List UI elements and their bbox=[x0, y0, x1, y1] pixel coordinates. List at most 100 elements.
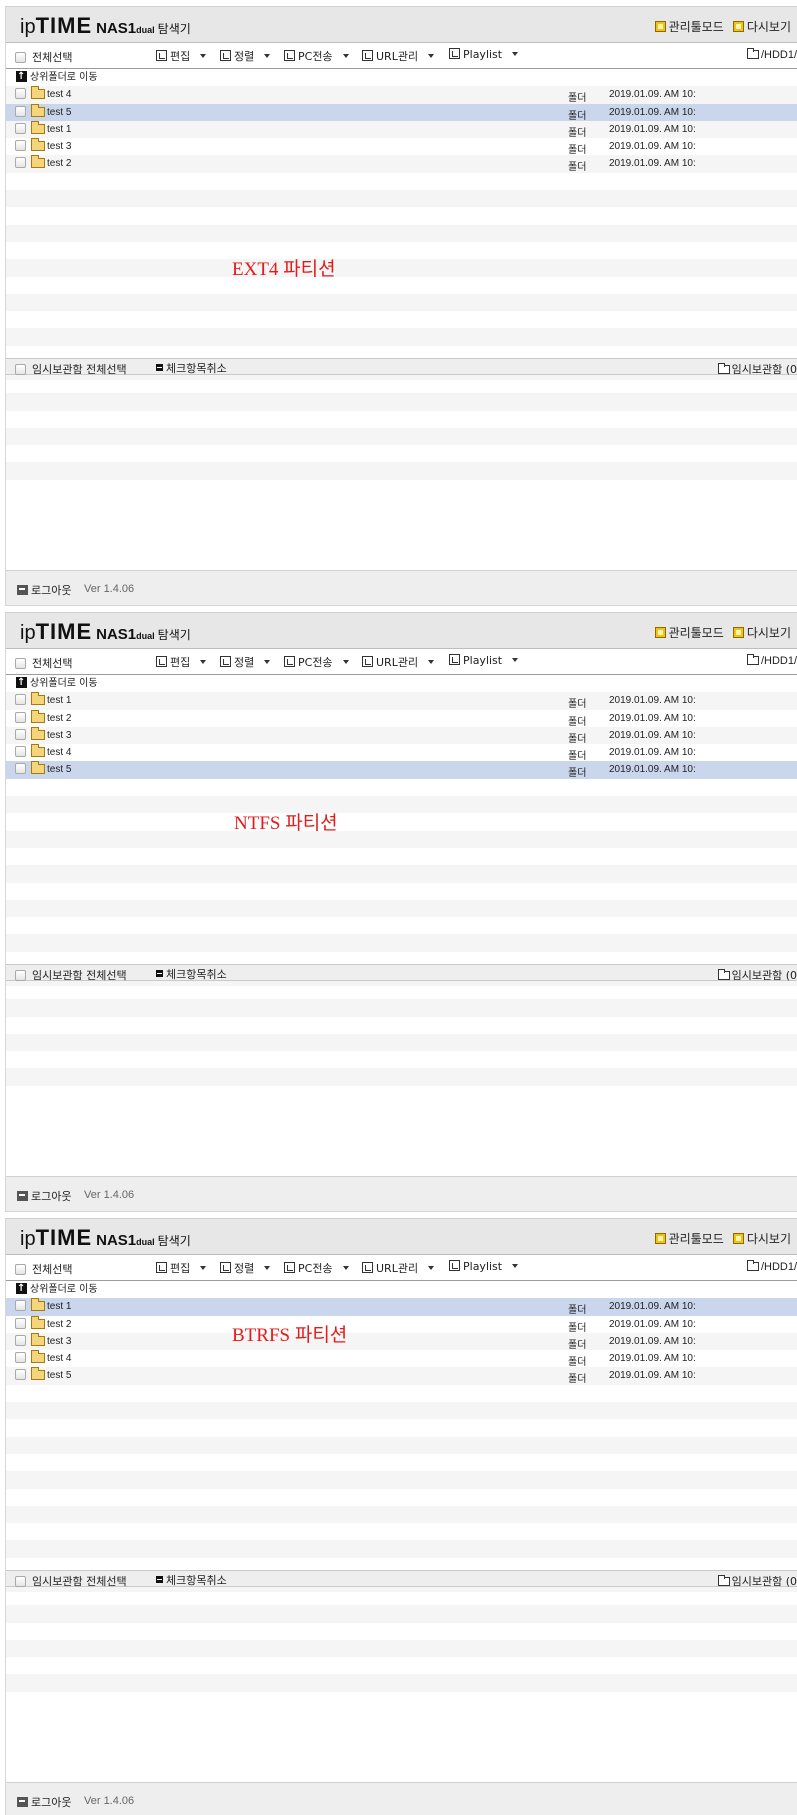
file-name[interactable]: test 2 bbox=[47, 713, 71, 724]
file-checkbox[interactable] bbox=[15, 140, 26, 152]
file-name[interactable]: test 3 bbox=[47, 141, 71, 152]
select-all-checkbox[interactable] bbox=[15, 52, 26, 63]
edit-menu[interactable]: 편집 bbox=[156, 48, 207, 64]
uncheck-button[interactable]: 체크항목취소 bbox=[156, 360, 227, 376]
file-type: 폴더 bbox=[568, 699, 587, 711]
file-row[interactable]: test 3 폴더 2019.01.09. AM 10: bbox=[6, 138, 797, 156]
uncheck-button[interactable]: 체크항목취소 bbox=[156, 1572, 227, 1588]
iptime-logo: ipTIME NAS1dual 탐색기 bbox=[20, 1225, 191, 1250]
refresh-button[interactable]: 다시보기 bbox=[732, 1230, 791, 1247]
empty-row bbox=[6, 848, 797, 865]
file-name[interactable]: test 1 bbox=[47, 1301, 71, 1312]
logout-button[interactable]: 로그아웃 bbox=[17, 1794, 71, 1810]
select-all[interactable]: 전체선택 bbox=[15, 1261, 72, 1277]
file-name[interactable]: test 1 bbox=[47, 124, 71, 135]
file-name[interactable]: test 5 bbox=[47, 764, 71, 775]
temp-select-all-checkbox[interactable] bbox=[15, 1576, 26, 1587]
edit-menu[interactable]: 편집 bbox=[156, 1260, 207, 1276]
file-name[interactable]: test 5 bbox=[47, 1370, 71, 1381]
pc-transfer-menu[interactable]: PC전송 bbox=[284, 1260, 349, 1276]
refresh-button[interactable]: 다시보기 bbox=[732, 18, 791, 35]
playlist-menu[interactable]: Playlist bbox=[449, 654, 519, 667]
file-name[interactable]: test 2 bbox=[47, 1319, 71, 1330]
temp-box[interactable]: 임시보관함 (0 bbox=[717, 1573, 797, 1589]
file-checkbox[interactable] bbox=[15, 728, 26, 740]
file-name[interactable]: test 3 bbox=[47, 1336, 71, 1347]
sort-menu[interactable]: 정렬 bbox=[220, 654, 271, 670]
file-checkbox[interactable] bbox=[15, 1334, 26, 1346]
file-checkbox[interactable] bbox=[15, 105, 26, 117]
file-type: 폴더 bbox=[568, 110, 587, 122]
up-folder-row[interactable]: 상위폴더로 이동 bbox=[6, 1280, 797, 1298]
playlist-menu[interactable]: Playlist bbox=[449, 48, 519, 61]
file-checkbox[interactable] bbox=[15, 88, 26, 100]
up-folder-row[interactable]: 상위폴더로 이동 bbox=[6, 674, 797, 692]
sort-menu[interactable]: 정렬 bbox=[220, 1260, 271, 1276]
select-all-checkbox[interactable] bbox=[15, 1264, 26, 1275]
playlist-menu[interactable]: Playlist bbox=[449, 1260, 519, 1273]
file-name[interactable]: test 2 bbox=[47, 158, 71, 169]
file-name[interactable]: test 1 bbox=[47, 695, 71, 706]
select-all-checkbox[interactable] bbox=[15, 658, 26, 669]
select-all[interactable]: 전체선택 bbox=[15, 49, 72, 65]
file-checkbox[interactable] bbox=[15, 1317, 26, 1329]
temp-select-all-checkbox[interactable] bbox=[15, 970, 26, 981]
url-manage-menu[interactable]: URL관리 bbox=[362, 654, 435, 670]
sort-icon bbox=[220, 656, 231, 667]
file-row[interactable]: test 5 폴더 2019.01.09. AM 10: bbox=[6, 761, 797, 779]
file-name[interactable]: test 4 bbox=[47, 89, 71, 100]
file-checkbox[interactable] bbox=[15, 746, 26, 758]
temp-select-all-checkbox[interactable] bbox=[15, 364, 26, 375]
file-name[interactable]: test 5 bbox=[47, 107, 71, 118]
url-manage-menu[interactable]: URL관리 bbox=[362, 48, 435, 64]
file-checkbox[interactable] bbox=[15, 763, 26, 775]
file-row[interactable]: test 2 폴더 2019.01.09. AM 10: bbox=[6, 155, 797, 173]
temp-box[interactable]: 임시보관함 (0 bbox=[717, 361, 797, 377]
refresh-button[interactable]: 다시보기 bbox=[732, 624, 791, 641]
file-name[interactable]: test 4 bbox=[47, 747, 71, 758]
url-manage-menu[interactable]: URL관리 bbox=[362, 1260, 435, 1276]
file-checkbox[interactable] bbox=[15, 1352, 26, 1364]
temp-select-all[interactable]: 임시보관함 전체선택 bbox=[15, 361, 127, 377]
file-row[interactable]: test 1 폴더 2019.01.09. AM 10: bbox=[6, 1298, 797, 1316]
toolbar: 전체선택 편집 정렬 PC전송 URL관리 Playlist /HDD1/ bbox=[6, 43, 797, 69]
file-checkbox[interactable] bbox=[15, 122, 26, 134]
file-row[interactable]: test 4 폴더 2019.01.09. AM 10: bbox=[6, 1350, 797, 1368]
edit-menu[interactable]: 편집 bbox=[156, 654, 207, 670]
pc-transfer-menu[interactable]: PC전송 bbox=[284, 654, 349, 670]
file-row[interactable]: test 3 폴더 2019.01.09. AM 10: bbox=[6, 1332, 797, 1351]
file-row[interactable]: test 2 폴더 2019.01.09. AM 10: bbox=[6, 1315, 797, 1334]
file-row[interactable]: test 5 폴더 2019.01.09. AM 10: bbox=[6, 1367, 797, 1385]
temp-box[interactable]: 임시보관함 (0 bbox=[717, 967, 797, 983]
select-all[interactable]: 전체선택 bbox=[15, 655, 72, 671]
file-name[interactable]: test 3 bbox=[47, 730, 71, 741]
file-checkbox[interactable] bbox=[15, 1369, 26, 1381]
admin-mode-button[interactable]: 관리툴모드 bbox=[654, 1230, 724, 1247]
admin-mode-button[interactable]: 관리툴모드 bbox=[654, 18, 724, 35]
file-row[interactable]: test 1 폴더 2019.01.09. AM 10: bbox=[6, 120, 797, 139]
up-folder-row[interactable]: 상위폴더로 이동 bbox=[6, 68, 797, 86]
logout-button[interactable]: 로그아웃 bbox=[17, 582, 71, 598]
temp-select-all[interactable]: 임시보관함 전체선택 bbox=[15, 1573, 127, 1589]
uncheck-button[interactable]: 체크항목취소 bbox=[156, 966, 227, 982]
folder-icon bbox=[717, 969, 730, 980]
pc-transfer-menu[interactable]: PC전송 bbox=[284, 48, 349, 64]
file-checkbox[interactable] bbox=[15, 1300, 26, 1312]
temp-select-all[interactable]: 임시보관함 전체선택 bbox=[15, 967, 127, 983]
app-title: 탐색기 bbox=[157, 1234, 191, 1248]
file-row[interactable]: test 2 폴더 2019.01.09. AM 10: bbox=[6, 709, 797, 728]
sort-menu[interactable]: 정렬 bbox=[220, 48, 271, 64]
file-row[interactable]: test 4 폴더 2019.01.09. AM 10: bbox=[6, 86, 797, 104]
admin-mode-button[interactable]: 관리툴모드 bbox=[654, 624, 724, 641]
file-checkbox[interactable] bbox=[15, 711, 26, 723]
file-row[interactable]: test 4 폴더 2019.01.09. AM 10: bbox=[6, 744, 797, 762]
folder-icon bbox=[717, 1575, 730, 1586]
file-checkbox[interactable] bbox=[15, 157, 26, 169]
file-row[interactable]: test 3 폴더 2019.01.09. AM 10: bbox=[6, 726, 797, 745]
logout-button[interactable]: 로그아웃 bbox=[17, 1188, 71, 1204]
logo-model: NAS1 bbox=[96, 626, 137, 643]
file-row[interactable]: test 5 폴더 2019.01.09. AM 10: bbox=[6, 103, 797, 122]
file-row[interactable]: test 1 폴더 2019.01.09. AM 10: bbox=[6, 692, 797, 711]
file-name[interactable]: test 4 bbox=[47, 1353, 71, 1364]
file-checkbox[interactable] bbox=[15, 694, 26, 706]
